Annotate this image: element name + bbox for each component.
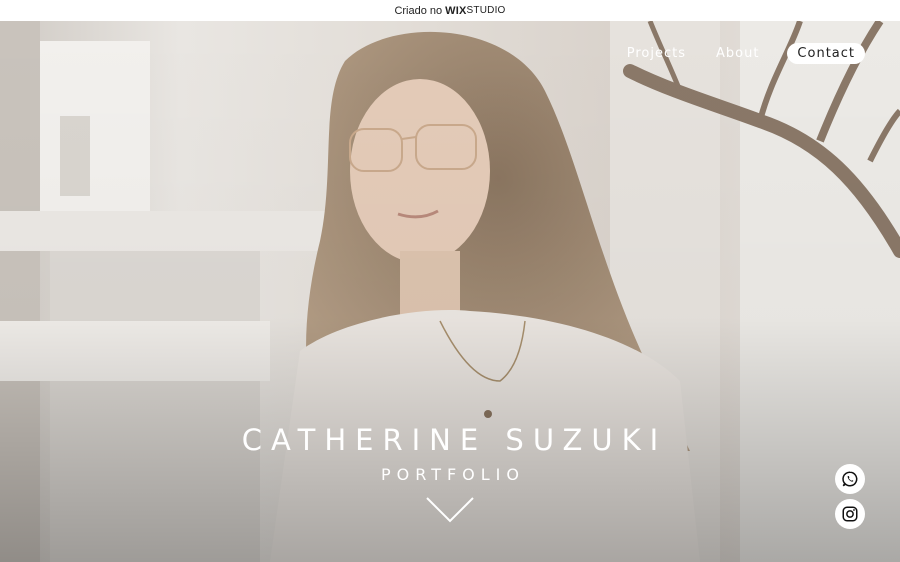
nav-contact-button[interactable]: Contact bbox=[787, 43, 865, 64]
wix-logo: WIX bbox=[445, 4, 467, 17]
hero-section: Projects About Contact CATHERINE SUZUKI … bbox=[0, 21, 900, 562]
whatsapp-icon bbox=[842, 471, 858, 487]
wix-studio-text: STUDIO bbox=[466, 5, 506, 16]
nav-projects[interactable]: Projects bbox=[627, 46, 686, 61]
main-nav: Projects About Contact bbox=[597, 43, 865, 64]
banner-prefix: Criado no bbox=[394, 4, 443, 17]
hero-title-block: CATHERINE SUZUKI PORTFOLIO bbox=[0, 423, 900, 484]
hero-subtitle: PORTFOLIO bbox=[381, 465, 525, 484]
hero-name: CATHERINE SUZUKI bbox=[241, 423, 668, 457]
instagram-icon bbox=[842, 506, 858, 522]
wix-banner[interactable]: Criado no WIX STUDIO bbox=[0, 0, 900, 21]
nav-about[interactable]: About bbox=[716, 46, 759, 61]
scroll-down-chevron-icon[interactable] bbox=[426, 496, 474, 524]
instagram-button[interactable] bbox=[835, 499, 865, 529]
whatsapp-button[interactable] bbox=[835, 464, 865, 494]
